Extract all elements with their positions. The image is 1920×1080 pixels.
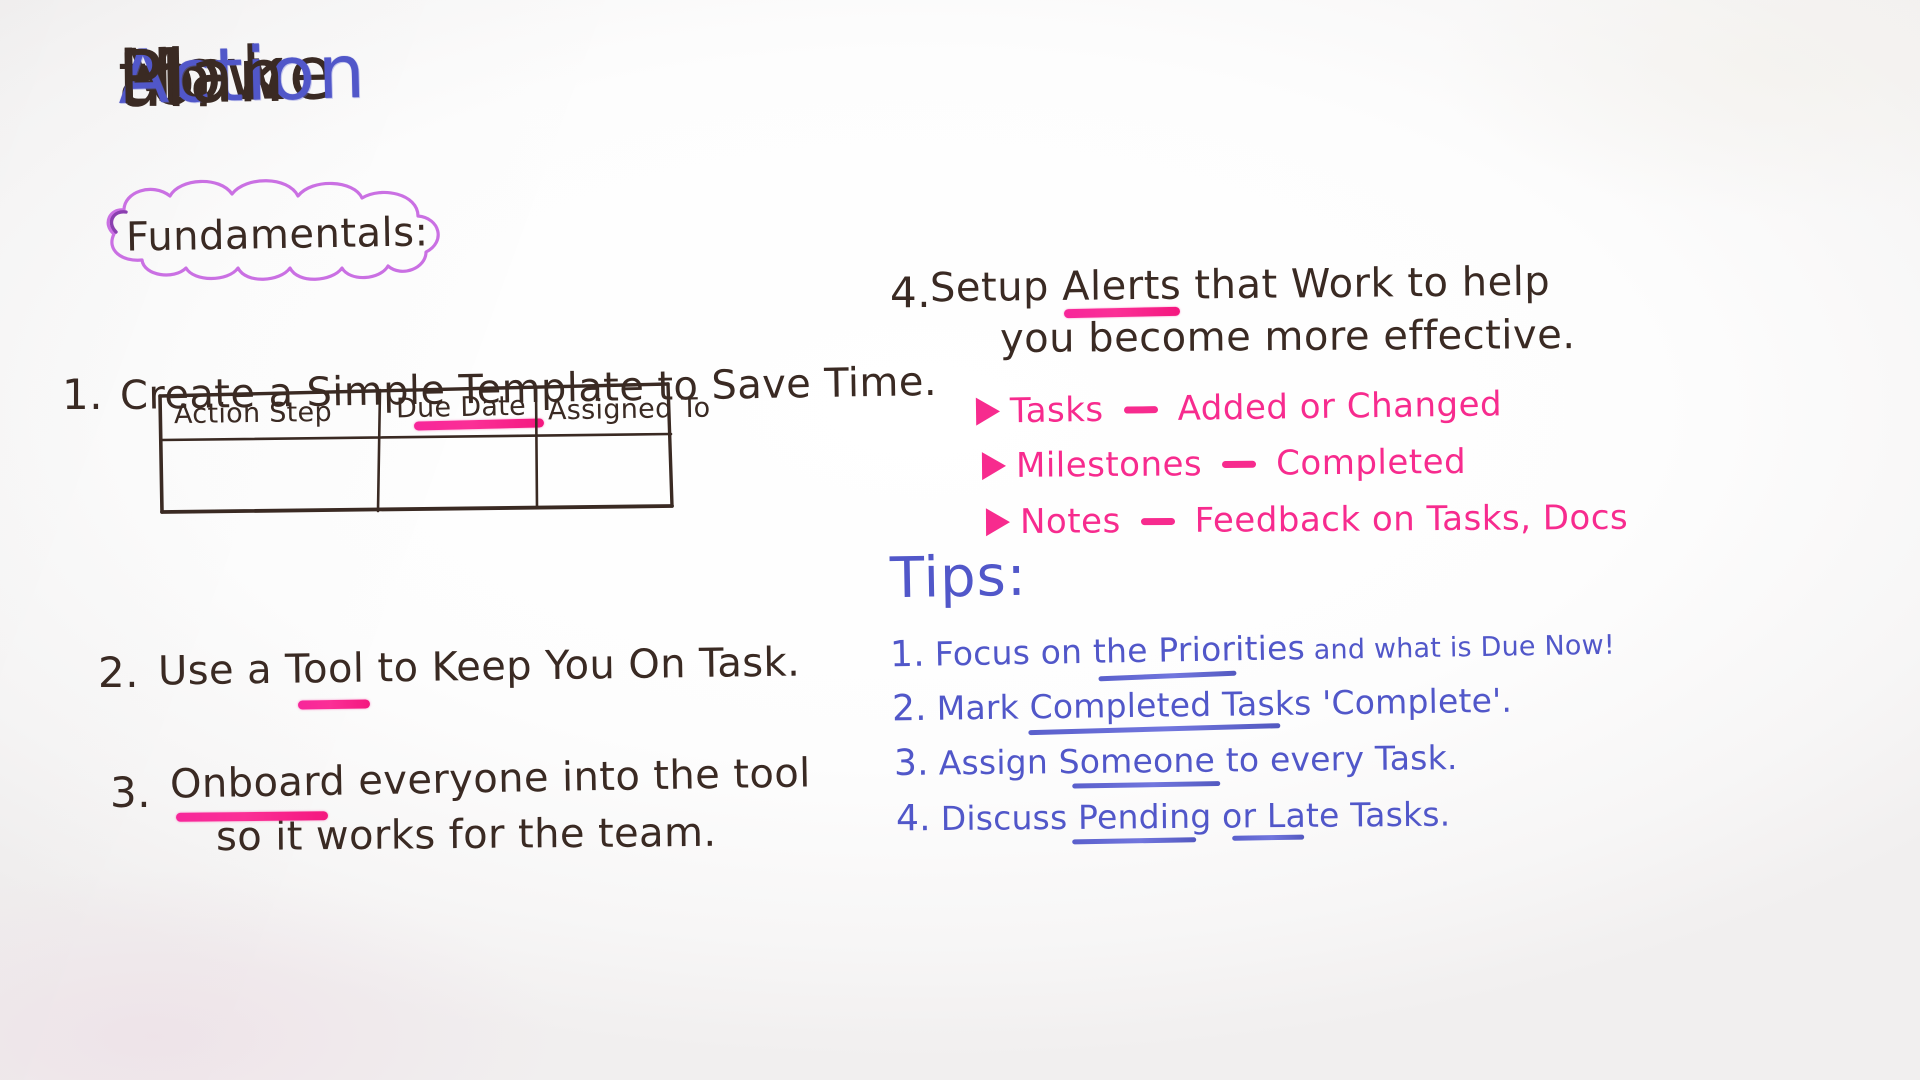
list-item-3-underline — [175, 811, 329, 822]
list-item-2-text: Use a Tool to Keep You On Task. — [157, 639, 801, 695]
table-header-due-date: Due Date — [395, 390, 527, 425]
tip-item-4-text-before: Discuss — [940, 797, 1079, 839]
tip-item-3-underline — [1072, 781, 1221, 789]
alert-bullet-tasks-label: Tasks — [1009, 389, 1104, 432]
list-item-2-number: 2. — [98, 648, 140, 697]
fundamentals-cloud: Fundamentals: — [96, 172, 456, 284]
tip-item-4-number: 4. — [895, 798, 931, 840]
tip-item-4-underlined: Pending — [1077, 796, 1212, 837]
left-column: Fundamentals: 1. Create a Simple Templat… — [0, 0, 937, 1080]
tip-item-1-text-before: Focus on the — [934, 630, 1159, 674]
dash-separator-icon — [1140, 517, 1175, 525]
right-column: 4. Setup Alerts that Work to help you be… — [860, 0, 1920, 1080]
tip-item-1-underline — [1098, 670, 1237, 682]
tip-item-3-text-before: Assign — [938, 742, 1059, 783]
alert-bullet-milestones-value: Completed — [1276, 441, 1467, 484]
tip-item-1-text-after: and what is Due Now! — [1304, 629, 1616, 667]
tip-item-4-underline-late — [1232, 834, 1305, 841]
tip-item-3-number: 3. — [893, 742, 929, 784]
list-item-3-number: 3. — [110, 768, 152, 817]
alert-bullet-notes-label: Notes — [1019, 501, 1121, 543]
list-item-4-text-line1: Setup Alerts that Work to help — [929, 258, 1551, 312]
triangle-bullet-icon — [975, 397, 1001, 426]
triangle-bullet-icon — [985, 508, 1011, 537]
alert-bullet-tasks-value: Added or Changed — [1177, 384, 1503, 429]
template-table: Action Step Due Date Assigned To — [156, 378, 711, 516]
tip-item-4-underlined-2: Late — [1266, 795, 1340, 836]
alert-bullet-notes: Notes Feedback on Tasks, Docs — [985, 497, 1629, 543]
dash-separator-icon — [1222, 460, 1257, 468]
tip-item-4: 4. Discuss Pending or Late Tasks. — [895, 794, 1451, 845]
alert-bullet-milestones-label: Milestones — [1015, 444, 1203, 486]
tip-item-4-text-mid: or — [1211, 796, 1268, 836]
list-item-2-underline — [297, 699, 371, 710]
board-content: How to Make an Action Plan Fundamentals:… — [0, 0, 1920, 1080]
tips-heading: Tips: — [889, 543, 1028, 612]
list-item-3-text-line1: Onboard everyone into the tool — [169, 750, 812, 808]
list-item-4-number: 4. — [890, 268, 932, 317]
list-item-4-text-line2: you become more effective. — [999, 311, 1576, 363]
tip-item-2-underlined: Completed Tasks — [1029, 683, 1312, 727]
tip-item-4-underline-pending — [1072, 837, 1197, 845]
tip-item-1-number: 1. — [889, 633, 926, 676]
alert-bullet-tasks: Tasks Added or Changed — [975, 384, 1503, 432]
alert-bullet-notes-value: Feedback on Tasks, Docs — [1194, 497, 1629, 541]
list-item-1-number: 1. — [62, 370, 104, 419]
tip-item-2: 2. Mark Completed Tasks 'Complete'. — [891, 680, 1513, 736]
table-header-assigned-to: Assigned To — [547, 392, 711, 427]
tip-item-1: 1. Focus on the Priorities and what is Du… — [889, 622, 1616, 682]
tip-item-2-text-before: Mark — [936, 687, 1030, 728]
triangle-bullet-icon — [981, 451, 1007, 481]
tip-item-3-text-after: to every Task. — [1214, 738, 1458, 780]
tip-item-4-text-after: Tasks. — [1339, 794, 1451, 835]
alert-bullet-milestones: Milestones Completed — [981, 441, 1467, 486]
dash-separator-icon — [1123, 405, 1158, 414]
tip-item-2-number: 2. — [891, 687, 928, 730]
tip-item-3-underlined: Someone — [1058, 740, 1216, 782]
tip-item-1-underlined: Priorities — [1158, 628, 1306, 670]
tip-item-3: 3. Assign Someone to every Task. — [893, 737, 1458, 789]
fundamentals-label: Fundamentals: — [125, 209, 429, 261]
table-header-action-step: Action Step — [173, 396, 333, 431]
tip-item-2-text-after: 'Complete'. — [1311, 680, 1513, 723]
